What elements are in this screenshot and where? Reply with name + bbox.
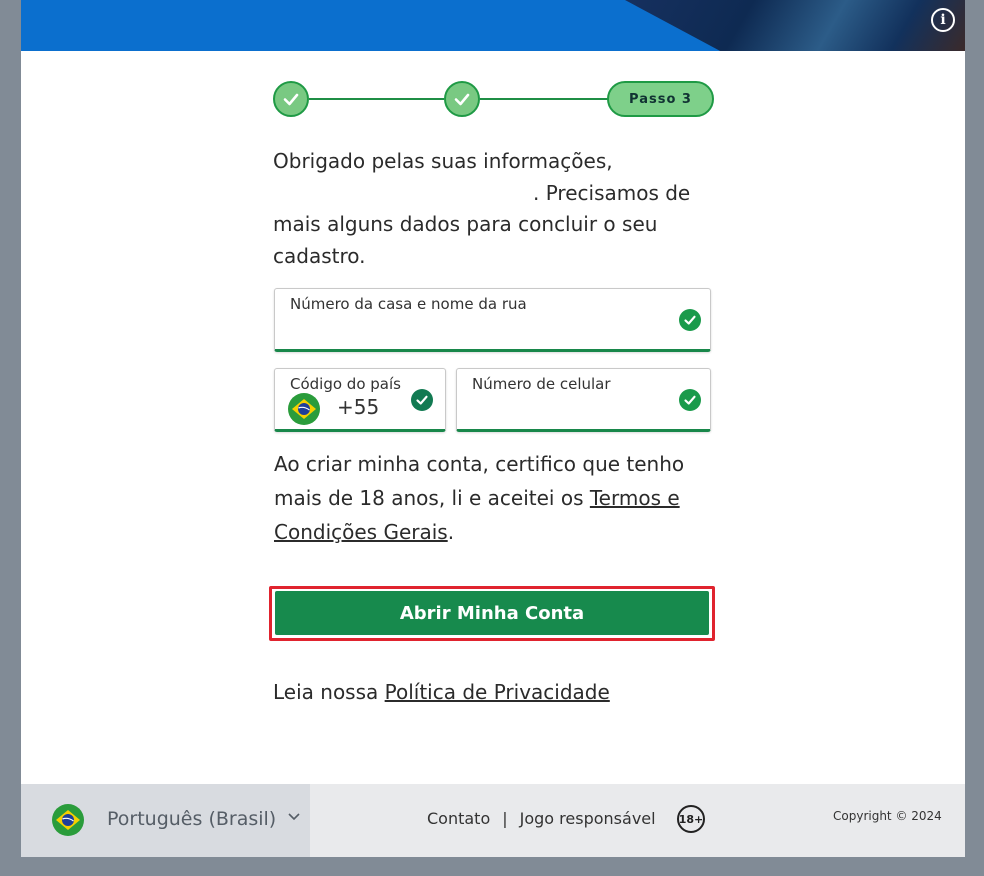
- check-icon: [679, 309, 701, 331]
- phone-field[interactable]: Número de celular: [456, 368, 711, 432]
- check-icon: [679, 389, 701, 411]
- check-icon: [411, 389, 433, 411]
- step-2-complete: [444, 81, 480, 117]
- header-banner: i: [21, 0, 965, 51]
- check-icon: [283, 93, 299, 106]
- terms-period: .: [447, 520, 455, 544]
- contact-link[interactable]: Contato: [427, 809, 490, 828]
- terms-text: Ao criar minha conta, certifico que tenh…: [274, 447, 714, 549]
- stepper-connector: [480, 98, 610, 100]
- responsible-gaming-link[interactable]: Jogo responsável: [520, 809, 656, 828]
- intro-line-2: . Precisamos de mais alguns dados para c…: [273, 180, 691, 268]
- address-field-label: Número da casa e nome da rua: [290, 295, 527, 313]
- intro-text: Obrigado pelas suas informações, . Preci…: [273, 146, 713, 272]
- country-code-field[interactable]: Código do país +55: [274, 368, 446, 432]
- language-label: Português (Brasil): [107, 808, 277, 830]
- footer-links: Contato | Jogo responsável: [427, 809, 656, 828]
- check-icon: [454, 93, 470, 106]
- privacy-link[interactable]: Política de Privacidade: [385, 680, 610, 704]
- language-selector[interactable]: Português (Brasil): [21, 784, 310, 857]
- brazil-flag-icon: [52, 804, 84, 836]
- progress-stepper: Passo 3: [273, 80, 714, 118]
- intro-line-1: Obrigado pelas suas informações,: [273, 149, 613, 173]
- age-18-icon: 18+: [677, 805, 705, 833]
- country-code-label: Código do país: [290, 375, 401, 393]
- footer-separator: |: [502, 809, 508, 828]
- step-1-complete: [273, 81, 309, 117]
- stepper-connector: [309, 98, 444, 100]
- banner-photo: [625, 0, 965, 51]
- privacy-text: Leia nossa Política de Privacidade: [273, 680, 610, 704]
- copyright-text: Copyright © 2024: [833, 809, 942, 823]
- step-3-current: Passo 3: [607, 81, 714, 117]
- country-code-value: +55: [337, 395, 380, 419]
- info-icon[interactable]: i: [931, 8, 955, 32]
- privacy-prefix: Leia nossa: [273, 680, 385, 704]
- signup-panel: i Passo 3 Obrigado pelas suas informaçõe…: [21, 0, 965, 857]
- open-account-button[interactable]: Abrir Minha Conta: [275, 591, 709, 635]
- phone-field-label: Número de celular: [472, 375, 611, 393]
- brazil-flag-icon: [288, 393, 320, 425]
- chevron-down-icon: [288, 813, 300, 821]
- address-field[interactable]: Número da casa e nome da rua: [274, 288, 711, 352]
- footer: Português (Brasil) Contato | Jogo responsá…: [21, 784, 965, 857]
